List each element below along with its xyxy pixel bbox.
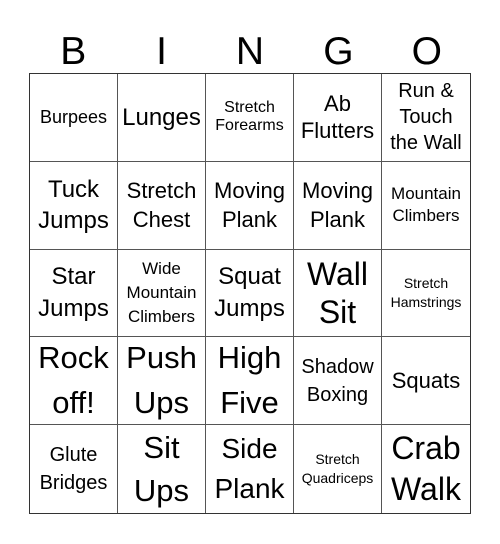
bingo-cell[interactable]: Sit Ups <box>118 425 206 513</box>
bingo-cell[interactable]: Shadow Boxing <box>294 337 382 426</box>
bingo-cell[interactable]: Glute Bridges <box>30 425 118 513</box>
bingo-cell[interactable]: Mountain Climbers <box>382 162 470 250</box>
bingo-cell[interactable]: Rock off! <box>30 337 118 426</box>
header-letter-n: N <box>235 30 265 73</box>
bingo-cell[interactable]: Moving Plank <box>206 161 294 250</box>
bingo-cell[interactable]: Stretch Forearms <box>206 74 294 162</box>
header-letter-i: I <box>156 30 167 73</box>
bingo-cell[interactable]: Ab Flutters <box>294 74 382 162</box>
bingo-cell[interactable]: Burpees <box>30 74 118 162</box>
bingo-cell[interactable]: Stretch Chest <box>118 161 206 250</box>
bingo-cell[interactable]: Stretch Quadriceps <box>294 425 382 513</box>
bingo-header: B I N G O <box>29 30 471 73</box>
bingo-cell[interactable]: Side Plank <box>206 425 294 513</box>
bingo-cell[interactable]: Star Jumps <box>30 249 118 338</box>
header-letter-o: O <box>411 30 442 73</box>
bingo-cell[interactable]: Wall Sit <box>294 249 382 338</box>
bingo-cell[interactable]: Run & Touch the Wall <box>382 74 470 162</box>
header-letter-b: B <box>60 30 87 73</box>
header-letter-g: G <box>323 30 354 73</box>
bingo-cell[interactable]: Stretch Hamstrings <box>382 250 470 338</box>
bingo-cell[interactable]: Moving Plank <box>294 161 382 250</box>
bingo-grid: Burpees Lunges Stretch Forearms Ab Flutt… <box>29 73 471 514</box>
bingo-cell[interactable]: Squat Jumps <box>206 249 294 338</box>
bingo-cell[interactable]: Wide Mountain Climbers <box>118 249 206 338</box>
bingo-cell[interactable]: Squats <box>382 337 470 426</box>
bingo-cell[interactable]: Push Ups <box>118 337 206 426</box>
bingo-cell[interactable]: Crab Walk <box>382 425 470 513</box>
bingo-cell[interactable]: Lunges <box>118 74 206 162</box>
bingo-cell[interactable]: Tuck Jumps <box>30 161 118 250</box>
bingo-cell[interactable]: High Five <box>206 337 294 426</box>
